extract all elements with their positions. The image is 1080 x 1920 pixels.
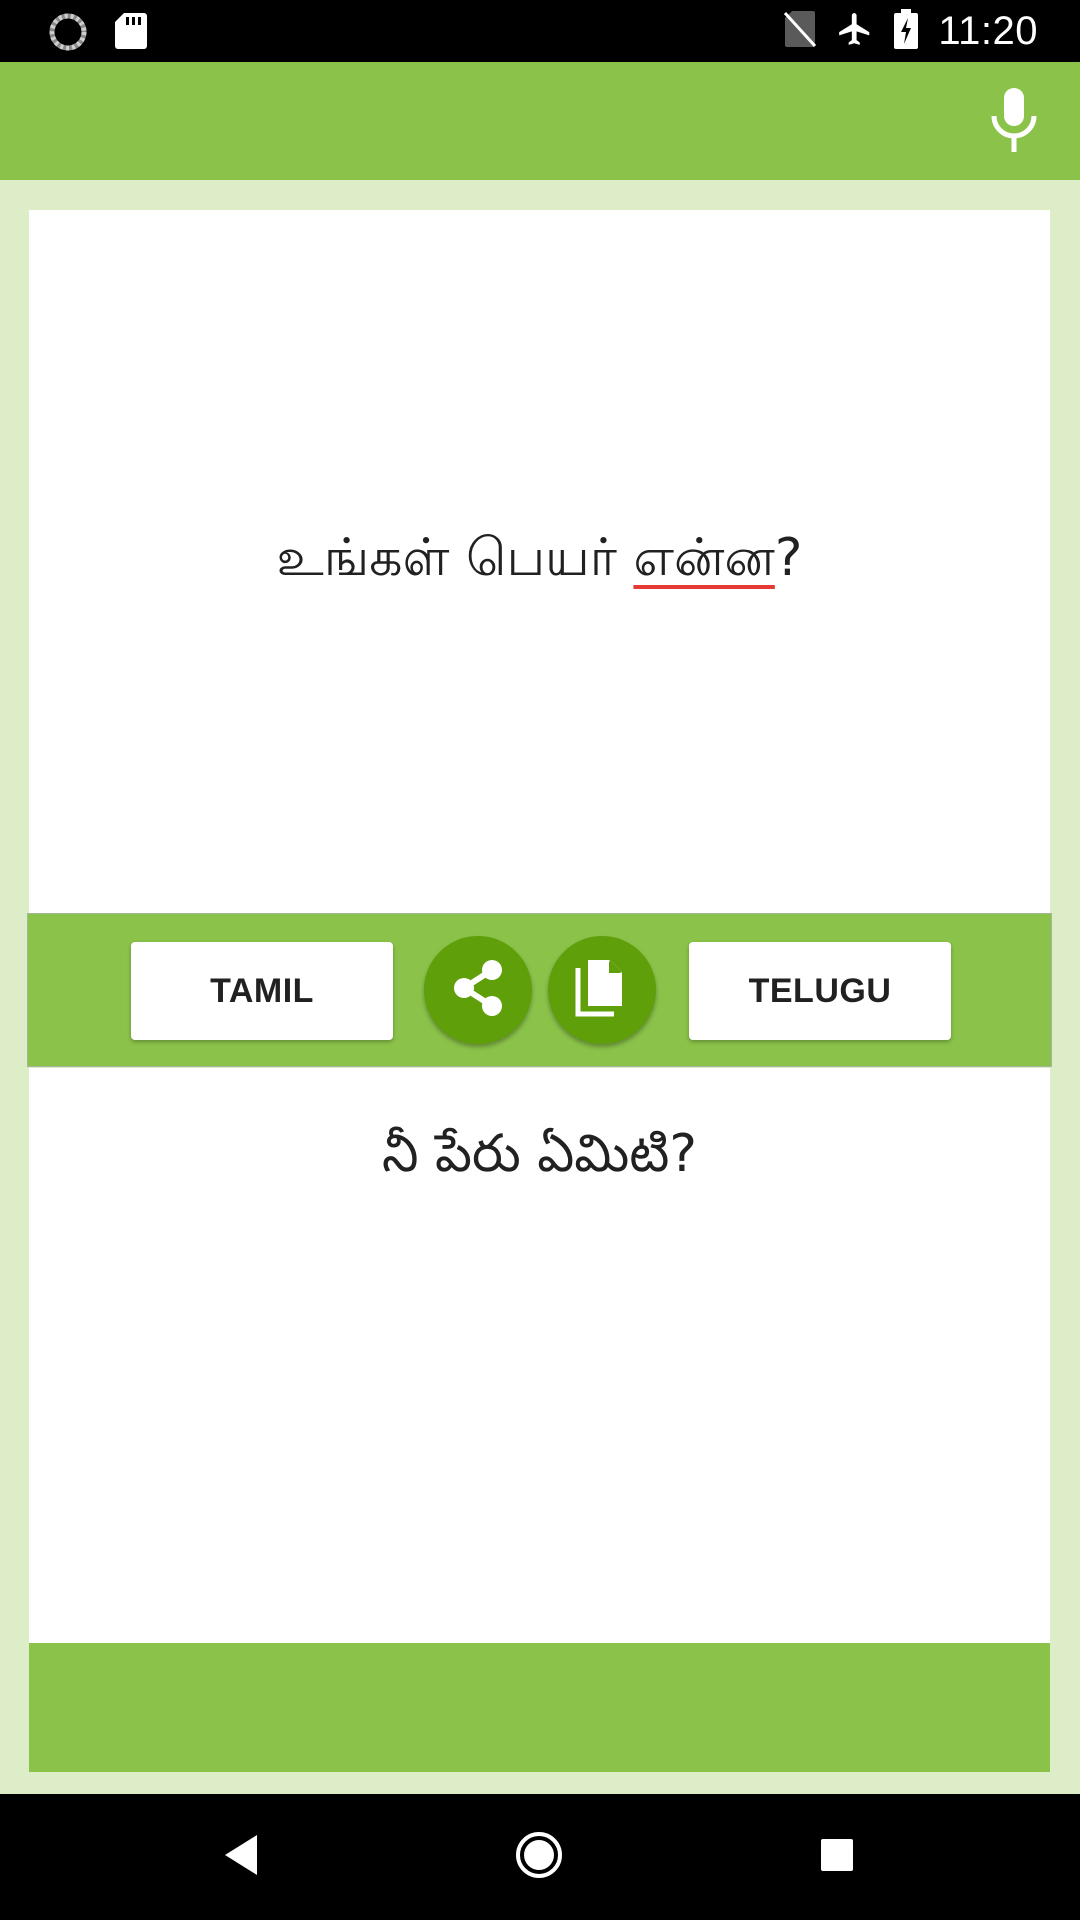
status-right-group: 11:20 [784,0,1038,62]
app-bar [0,62,1080,180]
navigation-bar [0,1794,1080,1920]
recents-icon [819,1837,855,1877]
language-control-bar: TAMIL TELUGU [27,913,1052,1067]
sync-icon [48,12,88,56]
source-text[interactable]: உங்கள் பெயர் என்ன? [277,528,803,595]
microphone-icon [988,86,1040,158]
home-icon [514,1830,564,1884]
translated-text: నీ పేరు ఏమిటి? [381,1124,698,1184]
airplane-mode-icon [836,10,874,52]
battery-charging-icon [894,9,919,53]
recents-button[interactable] [804,1824,870,1890]
copy-button[interactable] [548,936,656,1044]
translator-screen: 11:20 உங்கள் பெயர் என்ன? TAMIL TELUGU నీ… [0,0,1080,1920]
back-icon [221,1833,261,1881]
source-language-button[interactable]: TAMIL [131,942,393,1040]
sd-card-icon [114,12,148,54]
source-text-end: ? [774,528,803,588]
source-text-start: உங்கள் பெயர் [276,528,634,588]
misspelled-word[interactable]: என்ன [633,528,774,588]
share-button[interactable] [424,936,532,1044]
status-time: 11:20 [938,8,1038,53]
no-sim-icon [784,10,817,52]
back-button[interactable] [208,1824,274,1890]
target-text-panel: నీ పేరు ఏమిటి? [29,1068,1050,1643]
target-language-button[interactable]: TELUGU [689,942,951,1040]
voice-input-button[interactable] [976,84,1052,160]
source-text-panel[interactable]: உங்கள் பெயர் என்ன? [29,210,1050,913]
share-icon [446,956,510,1024]
home-button[interactable] [506,1824,572,1890]
copy-icon [574,958,630,1022]
status-bar: 11:20 [0,0,1080,62]
ad-banner [29,1643,1050,1772]
